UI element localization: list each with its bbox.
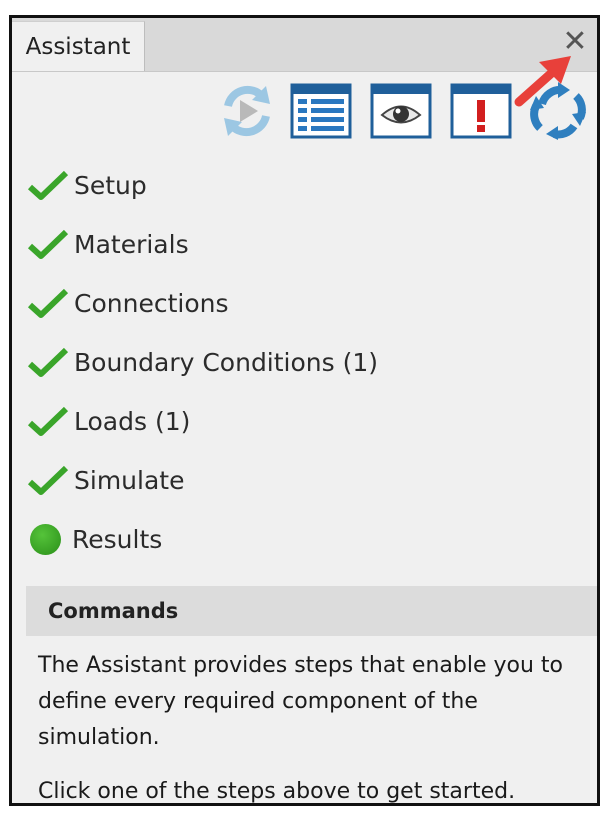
commands-paragraph-1: The Assistant provides steps that enable… (38, 653, 563, 750)
commands-header: Commands (26, 586, 597, 636)
step-label: Simulate (74, 465, 185, 495)
step-label: Setup (74, 170, 147, 200)
toolbar-button-list[interactable] (290, 82, 352, 140)
commands-title: Commands (48, 599, 179, 623)
checkmark-icon (27, 229, 69, 259)
checkmark-icon (27, 406, 69, 436)
list-view-icon (290, 83, 352, 139)
toolbar-button-warnings[interactable] (450, 82, 512, 140)
assistant-panel: Assistant ✕ Setup Materials Connections … (9, 15, 600, 806)
toolbar-button-update[interactable] (528, 82, 590, 140)
toolbar-button-refresh-play[interactable] (216, 82, 278, 140)
checkmark-icon (27, 465, 69, 495)
active-status-dot-icon (30, 523, 61, 555)
checkmark-icon (27, 288, 69, 318)
step-label: Boundary Conditions (1) (74, 347, 379, 377)
step-connections[interactable]: Connections (26, 283, 228, 323)
step-label: Loads (1) (74, 406, 191, 436)
step-label: Results (72, 524, 163, 554)
checkmark-icon (27, 347, 69, 377)
update-cycle-icon (530, 82, 586, 140)
step-boundary-conditions[interactable]: Boundary Conditions (1) (26, 342, 378, 382)
tab-assistant-label: Assistant (25, 33, 131, 60)
step-loads[interactable]: Loads (1) (26, 401, 190, 441)
step-label: Connections (74, 288, 229, 318)
play-refresh-icon (224, 85, 270, 137)
step-results[interactable]: Results (26, 519, 162, 559)
step-setup[interactable]: Setup (26, 165, 147, 205)
step-simulate[interactable]: Simulate (26, 460, 184, 500)
step-materials[interactable]: Materials (26, 224, 189, 264)
checkmark-icon (27, 170, 69, 200)
tab-assistant[interactable]: Assistant (12, 21, 145, 71)
warning-icon (450, 83, 512, 139)
toolbar-button-view[interactable] (370, 82, 432, 140)
commands-description: The Assistant provides steps that enable… (38, 648, 577, 804)
commands-paragraph-2: Click one of the steps above to get star… (38, 779, 516, 804)
step-label: Materials (74, 229, 189, 259)
eye-icon (370, 83, 432, 139)
